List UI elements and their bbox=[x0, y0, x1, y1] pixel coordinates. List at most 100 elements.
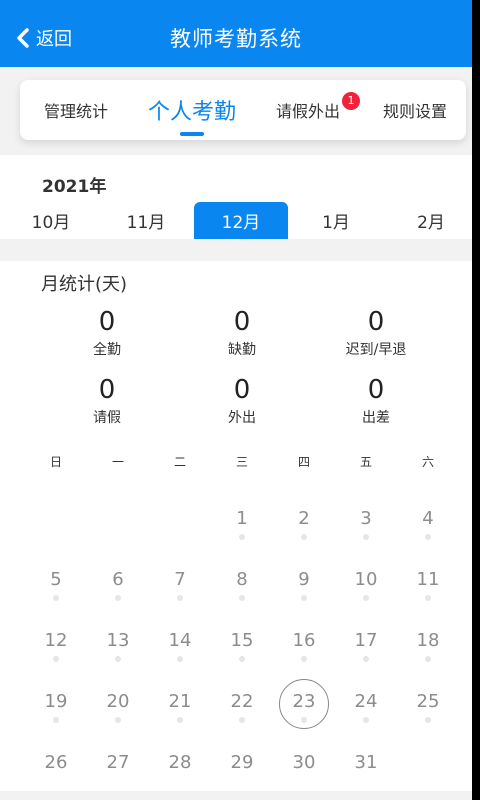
day-status-dot bbox=[239, 534, 245, 540]
month-tab[interactable]: 2月 bbox=[384, 202, 472, 239]
calendar-day[interactable]: 22 bbox=[217, 687, 267, 737]
day-number: 25 bbox=[416, 691, 440, 712]
year-label: 2021年 bbox=[42, 177, 107, 197]
calendar-day[interactable]: 18 bbox=[403, 626, 453, 676]
calendar-day[interactable]: 4 bbox=[403, 504, 453, 554]
day-number: 21 bbox=[168, 691, 192, 712]
stats-title: 月统计(天) bbox=[41, 274, 128, 295]
day-status-dot bbox=[53, 717, 59, 723]
day-status-dot bbox=[115, 717, 121, 723]
calendar-day-today[interactable]: 23 bbox=[279, 679, 329, 737]
tab-label: 管理统计 bbox=[43, 102, 108, 121]
tab-label: 规则设置 bbox=[382, 102, 447, 121]
stat-label: 外出 bbox=[228, 410, 256, 426]
tab-management-stats[interactable]: 管理统计 bbox=[20, 80, 132, 140]
day-status-dot bbox=[177, 717, 183, 723]
day-number: 22 bbox=[230, 691, 254, 712]
calendar-day[interactable]: 11 bbox=[403, 565, 453, 615]
day-number: 28 bbox=[168, 752, 192, 773]
month-label: 10月 bbox=[31, 213, 71, 233]
day-status-dot bbox=[363, 534, 369, 540]
stat-label: 请假 bbox=[93, 410, 121, 426]
day-status-dot bbox=[363, 656, 369, 662]
month-tab-selected[interactable]: 12月 bbox=[194, 202, 288, 239]
calendar-day[interactable]: 5 bbox=[31, 565, 81, 615]
tab-rule-settings[interactable]: 规则设置 bbox=[364, 80, 466, 140]
calendar-day[interactable]: 20 bbox=[93, 687, 143, 737]
calendar-day[interactable]: 2 bbox=[279, 504, 329, 554]
stat-value: 0 bbox=[98, 307, 116, 337]
day-number: 9 bbox=[298, 569, 310, 590]
calendar-day[interactable]: 1 bbox=[217, 504, 267, 554]
month-tab[interactable]: 10月 bbox=[4, 202, 98, 239]
calendar-day[interactable]: 8 bbox=[217, 565, 267, 615]
calendar-day[interactable]: 9 bbox=[279, 565, 329, 615]
day-number: 13 bbox=[106, 630, 130, 651]
calendar-day[interactable]: 7 bbox=[155, 565, 205, 615]
app-screen: 返回 教师考勤系统 管理统计 个人考勤 请假外出 1 规则设置 2021年 10… bbox=[0, 0, 472, 800]
calendar-day[interactable]: 14 bbox=[155, 626, 205, 676]
screen-edge bbox=[472, 0, 480, 800]
day-status-dot bbox=[177, 656, 183, 662]
day-number: 5 bbox=[50, 569, 62, 590]
day-number: 20 bbox=[106, 691, 130, 712]
weekday-label: 六 bbox=[421, 455, 434, 469]
weekday-label: 二 bbox=[173, 455, 186, 469]
day-status-dot bbox=[425, 595, 431, 601]
day-number: 26 bbox=[44, 752, 68, 773]
tab-personal-attendance[interactable]: 个人考勤 bbox=[132, 80, 252, 140]
day-number: 1 bbox=[236, 508, 248, 529]
today-ring bbox=[279, 679, 329, 729]
calendar-day[interactable]: 10 bbox=[341, 565, 391, 615]
calendar-day[interactable]: 19 bbox=[31, 687, 81, 737]
calendar-day[interactable]: 3 bbox=[341, 504, 391, 554]
day-status-dot bbox=[239, 595, 245, 601]
tab-bar: 管理统计 个人考勤 请假外出 1 规则设置 bbox=[20, 80, 466, 140]
day-status-dot bbox=[53, 595, 59, 601]
month-label: 2月 bbox=[417, 213, 445, 233]
calendar-day[interactable]: 21 bbox=[155, 687, 205, 737]
notification-badge: 1 bbox=[342, 92, 360, 110]
stat-value: 0 bbox=[233, 307, 251, 337]
day-status-dot bbox=[115, 656, 121, 662]
day-status-dot bbox=[115, 595, 121, 601]
month-tabs: 10月 11月 12月 1月 2月 bbox=[0, 202, 472, 239]
day-number: 18 bbox=[416, 630, 440, 651]
day-number: 14 bbox=[168, 630, 192, 651]
calendar-day[interactable]: 25 bbox=[403, 687, 453, 737]
tabs-area: 管理统计 个人考勤 请假外出 1 规则设置 bbox=[0, 67, 472, 155]
calendar-day[interactable]: 13 bbox=[93, 626, 143, 676]
day-number: 15 bbox=[230, 630, 254, 651]
day-status-dot bbox=[239, 717, 245, 723]
calendar-day[interactable]: 15 bbox=[217, 626, 267, 676]
calendar-day[interactable]: 6 bbox=[93, 565, 143, 615]
day-status-dot bbox=[425, 717, 431, 723]
day-number: 12 bbox=[44, 630, 68, 651]
day-status-dot bbox=[425, 656, 431, 662]
calendar-day[interactable]: 12 bbox=[31, 626, 81, 676]
weekday-label: 五 bbox=[359, 455, 372, 469]
stat-value: 0 bbox=[98, 375, 116, 405]
day-status-dot bbox=[301, 534, 307, 540]
stat-absence: 0 缺勤 bbox=[177, 307, 307, 359]
page-title: 教师考勤系统 bbox=[170, 27, 302, 51]
tab-leave-outing[interactable]: 请假外出 1 bbox=[252, 80, 364, 140]
calendar-day[interactable]: 17 bbox=[341, 626, 391, 676]
day-status-dot bbox=[239, 656, 245, 662]
day-number: 30 bbox=[292, 752, 316, 773]
day-status-dot bbox=[363, 717, 369, 723]
day-number: 24 bbox=[354, 691, 378, 712]
calendar-day[interactable]: 16 bbox=[279, 626, 329, 676]
day-status-dot bbox=[425, 534, 431, 540]
day-number: 2 bbox=[298, 508, 310, 529]
calendar-day[interactable]: 24 bbox=[341, 687, 391, 737]
month-tab[interactable]: 11月 bbox=[99, 202, 193, 239]
month-label: 1月 bbox=[322, 213, 350, 233]
active-tab-indicator bbox=[180, 132, 204, 136]
stat-outing: 0 外出 bbox=[177, 375, 307, 427]
day-status-dot bbox=[177, 595, 183, 601]
stat-label: 全勤 bbox=[93, 342, 121, 358]
month-tab[interactable]: 1月 bbox=[289, 202, 383, 239]
stat-late-early: 0 迟到/早退 bbox=[311, 307, 441, 359]
day-status-dot bbox=[53, 656, 59, 662]
